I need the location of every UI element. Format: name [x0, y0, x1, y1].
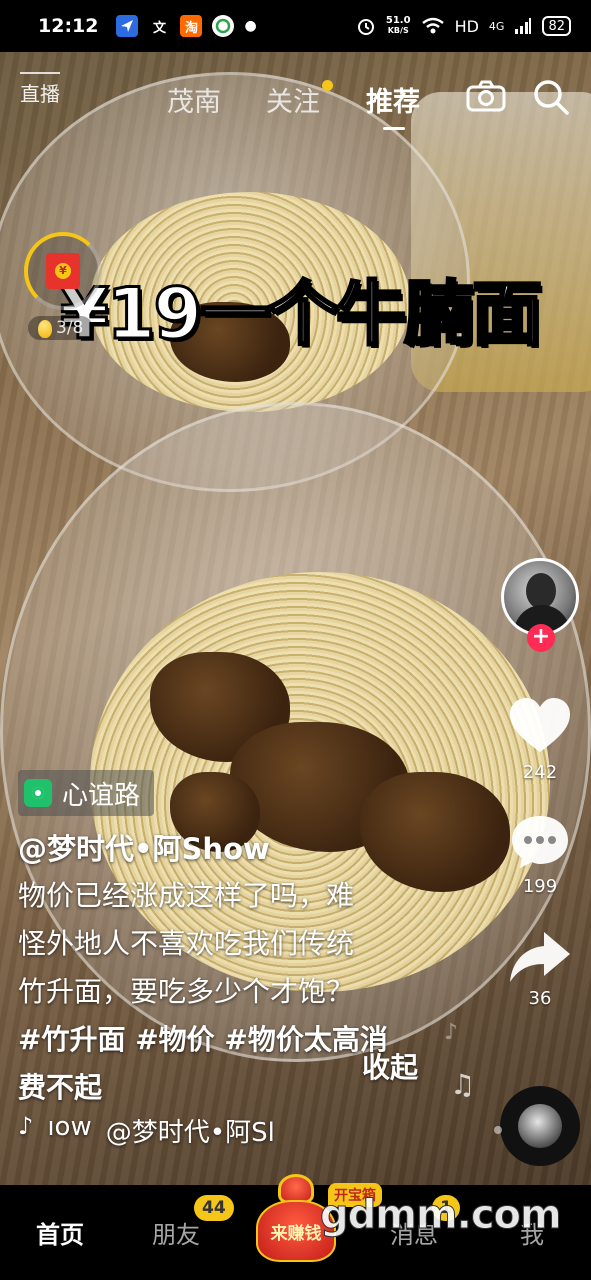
live-button[interactable]: 直播: [20, 72, 60, 107]
description-line: 怪外地人不喜欢吃我们传统: [18, 927, 355, 960]
comment-icon[interactable]: [508, 812, 572, 872]
collapse-button[interactable]: 收起: [362, 1046, 418, 1086]
red-packet-progress: 3/8: [28, 316, 94, 340]
translate-app-icon: 文: [152, 20, 166, 36]
follow-button[interactable]: +: [527, 624, 555, 652]
watermark: gdmm.com: [320, 1192, 563, 1239]
description-line: 物价已经涨成这样了吗，难: [18, 879, 355, 912]
music-dot: [494, 1126, 502, 1134]
top-nav: 直播 茂南 关注 推荐: [0, 52, 591, 142]
earn-label: 来赚钱: [270, 1223, 322, 1244]
status-app-icons: 文 淘 ●: [116, 15, 257, 37]
red-packet-icon: [46, 253, 80, 289]
floating-note-icon: ♪: [444, 1020, 459, 1045]
signal-bars-icon: [515, 18, 532, 34]
status-right: 51.0 KB/S HD 4G 82: [356, 16, 571, 36]
wifi-icon: [421, 17, 444, 34]
music-title: ıow: [47, 1112, 92, 1142]
share-count: 36: [528, 988, 552, 1009]
author-name[interactable]: @梦时代•阿Show: [18, 826, 270, 868]
music-author: @梦时代•阿Sl: [105, 1118, 275, 1148]
status-time: 12:12: [38, 15, 99, 37]
location-pin-icon: [24, 779, 52, 807]
taobao-app-icon: 淘: [180, 15, 203, 37]
tab-recommended[interactable]: 推荐: [366, 80, 420, 119]
location-label: 心谊路: [62, 780, 141, 811]
red-packet-widget[interactable]: [24, 232, 102, 310]
nav-friends[interactable]: 朋友: [152, 1215, 200, 1250]
gold-egg-icon: [38, 320, 52, 338]
network-hd: HD: [454, 16, 479, 36]
avatar-face: [526, 573, 556, 609]
battery-indicator: 82: [542, 16, 571, 36]
status-bar: 12:12 文 淘 ● 51.0 KB/S HD 4G 82: [0, 0, 591, 52]
weibo-app-icon: [212, 15, 235, 37]
camera-icon[interactable]: [466, 80, 506, 112]
alarm-icon: [357, 19, 374, 35]
like-count: 242: [522, 762, 558, 783]
map-app-icon: [116, 15, 139, 37]
more-notifications-icon: ●: [244, 18, 257, 34]
video-overlay-title: ¥19一个牛腩面: [58, 272, 543, 357]
active-tab-indicator: [383, 127, 405, 130]
following-new-dot: [322, 80, 333, 91]
nav-home[interactable]: 首页: [36, 1215, 84, 1250]
share-arrow-icon[interactable]: [508, 928, 572, 988]
music-info[interactable]: ♪ ıow @梦时代•阿Sl: [18, 1112, 275, 1149]
search-icon[interactable]: [532, 78, 570, 116]
tab-following[interactable]: 关注: [266, 80, 320, 119]
music-disc[interactable]: [500, 1086, 580, 1166]
music-note-icon: ♪: [18, 1112, 34, 1140]
signal-4g: 4G: [488, 19, 505, 33]
like-heart-icon[interactable]: [508, 696, 572, 756]
description-line: 竹升面，要吃多少个才饱？: [18, 975, 355, 1008]
friends-badge: 44: [194, 1195, 234, 1221]
music-cover: [518, 1104, 562, 1148]
comment-count: 199: [522, 876, 558, 897]
location-tag[interactable]: 心谊路: [18, 770, 155, 816]
tab-local[interactable]: 茂南: [167, 80, 221, 119]
net-speed: 51.0 KB/S: [385, 15, 411, 36]
floating-note-icon: ♫: [450, 1068, 476, 1101]
